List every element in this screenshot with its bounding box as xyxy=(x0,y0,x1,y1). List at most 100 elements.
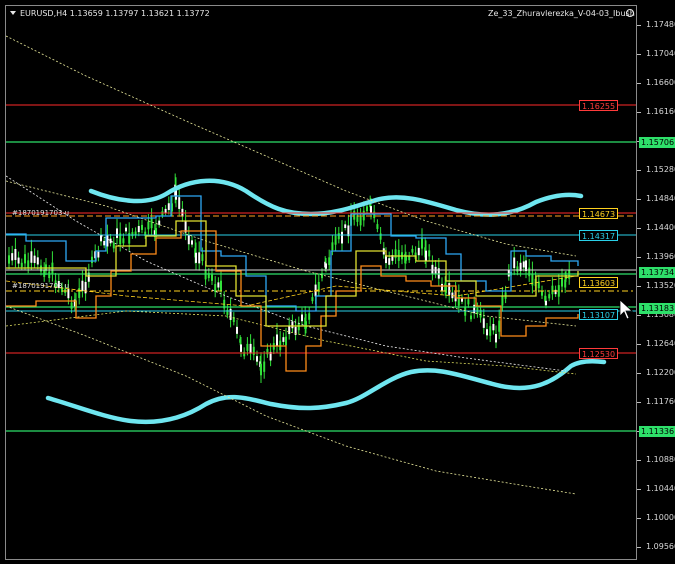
price-axis[interactable]: 1.174801.170401.166001.161601.157201.152… xyxy=(637,0,675,564)
candle xyxy=(341,231,343,244)
candle xyxy=(187,235,190,245)
price-tick-label: 1.13960 xyxy=(646,252,675,261)
candle xyxy=(489,326,492,336)
price-tick-label: 1.12640 xyxy=(646,339,675,348)
candle xyxy=(561,277,563,287)
candle xyxy=(112,242,115,249)
candle xyxy=(405,256,407,261)
candle xyxy=(249,343,252,354)
axis-price-tag: 1.13183 xyxy=(639,303,675,314)
candle xyxy=(97,251,100,258)
candle xyxy=(428,250,431,257)
candle xyxy=(288,325,291,335)
candle xyxy=(516,266,519,272)
axis-price-tag: 1.15706 xyxy=(639,137,675,148)
candle xyxy=(48,271,51,279)
candle xyxy=(240,344,242,352)
candle xyxy=(501,296,504,306)
candle xyxy=(191,240,193,245)
upper-band-curve xyxy=(88,178,584,217)
candle xyxy=(204,270,207,280)
candle xyxy=(167,203,170,211)
candle xyxy=(425,250,427,261)
candle xyxy=(557,285,560,297)
candle xyxy=(548,294,551,299)
price-tick-label: 1.13520 xyxy=(646,281,675,290)
candle xyxy=(20,262,23,268)
smiley-icon[interactable] xyxy=(626,9,634,17)
candle xyxy=(486,329,488,336)
axis-price-tag: 1.11336 xyxy=(639,426,675,437)
candle xyxy=(301,314,303,322)
candle xyxy=(522,261,525,268)
candle xyxy=(109,238,112,244)
price-tick-mark xyxy=(637,228,641,229)
price-tick-label: 1.10000 xyxy=(646,513,675,522)
price-tick-mark xyxy=(637,286,641,287)
candle xyxy=(131,232,134,237)
candle xyxy=(362,210,365,221)
level-tag: 1.13603 xyxy=(579,277,619,288)
candle xyxy=(448,283,451,295)
price-tick-mark xyxy=(637,112,641,113)
candle xyxy=(214,284,217,292)
price-tick-mark xyxy=(637,373,641,374)
level-tag: 1.13107 xyxy=(579,309,619,320)
candle xyxy=(164,208,167,213)
price-tick-label: 1.10440 xyxy=(646,484,675,493)
lower-band-curve xyxy=(45,358,607,425)
candle xyxy=(551,285,554,295)
candle xyxy=(125,227,127,232)
candle xyxy=(376,224,379,229)
candle xyxy=(325,263,327,269)
candle xyxy=(158,220,161,225)
price-tick-label: 1.17040 xyxy=(646,49,675,58)
candle xyxy=(106,235,109,247)
price-tick-mark xyxy=(637,547,641,548)
envelope-line xyxy=(6,35,577,257)
price-tick-label: 1.14400 xyxy=(646,223,675,232)
candle xyxy=(467,299,470,305)
candle xyxy=(30,251,33,263)
candle xyxy=(291,321,294,329)
price-tick-mark xyxy=(637,83,641,84)
price-tick-mark xyxy=(637,402,641,403)
price-tick-label: 1.16600 xyxy=(646,78,675,87)
candle xyxy=(525,260,527,272)
candle xyxy=(195,252,197,263)
candle xyxy=(198,252,201,264)
candle xyxy=(150,218,153,229)
candle xyxy=(67,288,70,299)
price-tick-label: 1.17480 xyxy=(646,20,675,29)
candle xyxy=(24,254,26,264)
candle xyxy=(147,221,150,230)
candle xyxy=(482,318,485,328)
candle xyxy=(334,235,337,245)
order-line-label: #1870191703 u xyxy=(12,209,70,217)
candle xyxy=(285,336,287,346)
candle xyxy=(266,348,269,355)
candle xyxy=(252,346,255,355)
candle xyxy=(70,302,73,309)
candle xyxy=(441,283,443,291)
chart-window[interactable]: EURUSD,H4 1.13659 1.13797 1.13621 1.1377… xyxy=(0,0,675,564)
candle xyxy=(17,257,20,264)
candle xyxy=(243,351,246,357)
candle xyxy=(495,333,497,343)
candle xyxy=(513,257,516,269)
price-tick-mark xyxy=(637,344,641,345)
candle xyxy=(229,308,232,320)
candle xyxy=(81,280,84,291)
candle xyxy=(498,320,501,332)
candle xyxy=(297,323,300,331)
candle xyxy=(220,280,222,291)
candle xyxy=(141,224,143,230)
symbol-info: EURUSD,H4 1.13659 1.13797 1.13621 1.1377… xyxy=(20,9,210,18)
plot-area[interactable] xyxy=(5,5,637,560)
candle xyxy=(8,255,10,264)
chevron-down-icon[interactable] xyxy=(10,11,16,15)
price-tick-label: 1.16160 xyxy=(646,107,675,116)
price-tick-label: 1.11760 xyxy=(646,397,675,406)
price-tick-label: 1.10880 xyxy=(646,455,675,464)
candle xyxy=(260,363,262,376)
